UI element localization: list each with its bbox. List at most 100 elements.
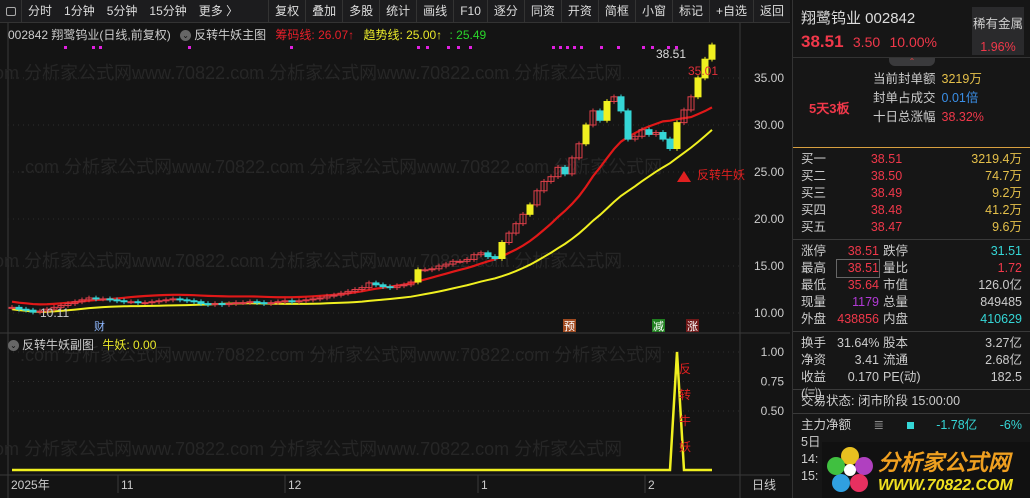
main-flow-value: -1.78亿 [936,418,978,432]
sub-indicator-dropdown-icon[interactable]: ⌄ [8,340,19,352]
sub-indicator-value: 牛妖: 0.00 [102,338,157,352]
toolbar-button[interactable]: 画线 [416,0,453,23]
candle [176,298,184,301]
candle [456,260,464,263]
event-marker: 预 [564,320,575,333]
candle [106,298,114,301]
kline-chart[interactable]: .com 分析家公式网www.70822.com 分析家公式网www.70822… [0,23,790,498]
stat-row: 换手 31.64% 股本 3.27亿 [793,335,1030,352]
toolbar-button[interactable]: +自选 [708,0,753,23]
chart-title: 002842 翔鹭钨业(日线,前复权) [8,28,171,42]
stat-label: 现量 [801,295,827,309]
indicator-dropdown-icon[interactable]: ⌄ [180,30,192,42]
period-tab[interactable]: 5分钟 [101,0,144,23]
candle [645,129,653,135]
stat-value: 849485 [980,295,1022,309]
bid-row[interactable]: 买一 38.51 3219.4万 [793,151,1030,168]
signal-dot [566,46,569,49]
candle [218,303,226,306]
watermark: .com 分析家公式网www.70822.com 分析家公式网www.70822… [0,63,622,83]
candle [624,110,632,140]
candle [148,301,156,304]
stat-label: 外盘 [801,312,827,326]
stat-label: 跌停 [883,244,909,258]
streak-label: 5天3板 [809,101,850,116]
sub-signal-char: 反 [679,362,691,376]
candle [267,302,275,305]
collapse-button[interactable]: ⌃ [889,58,935,66]
stat-value: 1.72 [997,261,1022,275]
main-flow-label: 主力净额 [801,418,852,432]
toolbar-button[interactable]: 多股 [342,0,379,23]
stat-label: 内盘 [883,312,909,326]
candle [127,301,135,304]
toolbar-button[interactable]: 返回 [752,0,790,23]
period-tab[interactable]: 1分钟 [58,0,101,23]
sub-signal-char: 牛 [679,413,691,428]
bid-row[interactable]: 买二 38.50 74.7万 [793,168,1030,185]
candle [232,302,240,305]
stat-value: 31.51 [990,244,1022,258]
logo-text: 分析家公式网 [878,450,1011,475]
bid-row[interactable]: 买四 38.48 41.2万 [793,202,1030,219]
bid-volume: 74.7万 [985,169,1022,183]
trend-line-value: 趋势线: 25.00↑ [363,28,443,42]
candle [162,299,170,302]
sub-tick-label: 1.00 [761,345,785,359]
time-label: 2025年 [11,478,50,492]
toolbar-button[interactable]: 开资 [560,0,598,23]
candle [253,301,261,304]
bid-label: 买三 [801,186,827,200]
price-tick-label: 35.00 [754,71,784,85]
indicator-name[interactable]: 反转牛妖主图 [194,28,266,42]
time-label: 12 [288,478,302,492]
bid-price: 38.48 [870,203,903,217]
bid-volume: 9.2万 [992,186,1022,200]
sub-signal-char: 妖 [679,440,691,454]
toolbar-button[interactable]: 标记 [671,0,709,23]
period-tab[interactable]: 15分钟 [143,0,192,23]
period-tab[interactable]: 分时 [22,0,58,23]
toolbar-button[interactable]: 统计 [379,0,416,23]
stat-value: 38.51 [836,259,880,278]
bid-row[interactable]: 买五 38.47 9.6万 [793,219,1030,236]
sub-indicator-name[interactable]: 反转牛妖副图 [22,338,94,352]
stat-value: 126.0亿 [978,278,1022,292]
bid-price: 38.50 [870,169,903,183]
list-icon[interactable]: ≣ [874,417,884,434]
toolbar-button[interactable]: 同资 [523,0,561,23]
stat-label: 总量 [883,295,909,309]
trade-status-text: 交易状态: 闭市阶段 15:00:00 [801,394,961,408]
toolbar-button[interactable]: 简框 [597,0,635,23]
candle [673,122,681,150]
bid-row[interactable]: 买三 38.49 9.2万 [793,185,1030,202]
sector-badge[interactable]: 稀有金属 1.96% [972,7,1024,55]
candle [197,301,205,305]
candle [225,303,233,306]
toolbar-button[interactable]: 叠加 [305,0,342,23]
seal-row: 当前封单额 3219万 [873,70,984,89]
extra-line-value: : 25.49 [449,28,487,42]
toolbar-button[interactable]: F10 [453,0,487,23]
seal-value: 38.32% [941,110,984,124]
candle [260,302,268,305]
candle [309,298,317,301]
signal-dot [64,46,67,49]
candle [484,252,492,258]
toolbar-button[interactable]: 小窗 [634,0,672,23]
candle [316,297,324,300]
sub-signal-char: 转 [679,387,691,402]
signal-dot [99,46,102,49]
sidebar-toggle-button[interactable] [0,0,22,23]
toolbar-button[interactable]: 逐分 [486,0,524,23]
main-flow-row: 主力净额 ≣ -1.78亿 -6% [793,417,1030,434]
bid-volume: 3219.4万 [971,152,1022,166]
signal-dot [188,46,191,49]
fin-marker: 财 [94,319,105,333]
candle [134,301,142,304]
stat-value: 410629 [980,312,1022,326]
period-tab[interactable]: 更多 〉 [193,0,244,23]
toolbar: 分时 1分钟 5分钟 15分钟 更多 〉 复权 叠加 多股 统计 画线 F10 逐分 同资 开资 简框 小窗… [0,0,790,23]
toolbar-button[interactable]: 复权 [268,0,305,23]
stat-row: 收益(㈢) 0.170 PE(动) 182.5 [793,369,1030,401]
